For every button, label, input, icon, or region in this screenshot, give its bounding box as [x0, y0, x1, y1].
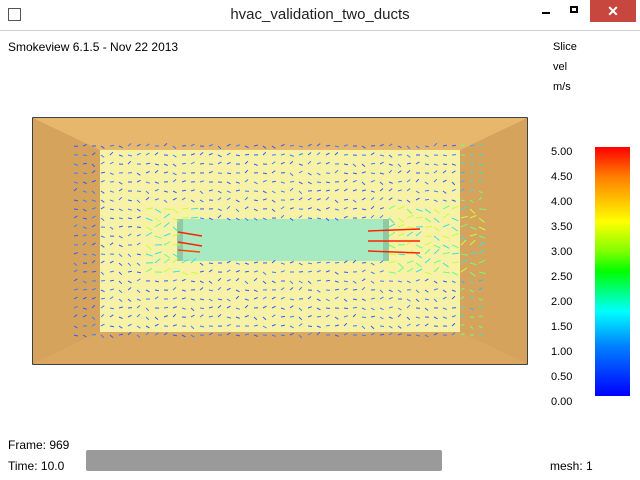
colorbar-tick: 2.50 — [551, 271, 573, 283]
velocity-vector — [361, 316, 366, 319]
scene-view[interactable] — [0, 0, 640, 480]
velocity-vector — [244, 153, 250, 156]
velocity-vector — [316, 315, 322, 318]
duct-end-left — [177, 219, 183, 261]
colorbar-tick: 1.00 — [551, 346, 573, 358]
velocity-vector — [379, 325, 385, 327]
velocity-vector — [163, 306, 169, 309]
velocity-vector — [127, 217, 132, 220]
velocity-vector — [352, 306, 357, 309]
velocity-vector — [154, 289, 159, 292]
velocity-vector — [127, 270, 132, 273]
velocity-vector — [307, 217, 313, 219]
velocity-vector — [127, 226, 133, 228]
velocity-vector — [343, 172, 348, 175]
velocity-vector — [325, 307, 331, 309]
duct-body — [177, 219, 387, 261]
velocity-vector — [316, 279, 321, 282]
velocity-vector — [370, 162, 376, 165]
mesh-label: mesh: 1 — [550, 459, 593, 473]
colorbar-tick: 3.00 — [551, 246, 573, 258]
velocity-vector — [478, 333, 483, 336]
velocity-vector — [343, 271, 349, 273]
velocity-vector — [190, 207, 199, 210]
velocity-vector — [316, 181, 322, 184]
room-wall-bottom — [33, 332, 527, 364]
velocity-vector — [82, 288, 87, 291]
velocity-vector — [424, 198, 430, 201]
velocity-vector — [406, 226, 415, 229]
colorbar-tick: 4.00 — [551, 196, 573, 208]
velocity-vector — [334, 288, 339, 291]
frame-label: Frame: 969 — [8, 438, 70, 452]
velocity-vector — [280, 315, 286, 318]
velocity-vector — [199, 307, 205, 309]
velocity-vector — [370, 297, 375, 300]
velocity-vector — [334, 262, 340, 264]
velocity-vector — [226, 172, 232, 175]
velocity-vector — [370, 172, 376, 175]
velocity-vector — [325, 279, 331, 282]
velocity-vector — [118, 333, 123, 336]
velocity-vector — [343, 280, 348, 283]
colorbar-tick: 0.00 — [551, 396, 573, 408]
colorbar — [595, 147, 630, 396]
velocity-vector — [307, 325, 313, 327]
velocity-vector — [118, 217, 123, 220]
velocity-vector — [379, 333, 385, 336]
velocity-vector — [271, 271, 277, 274]
velocity-vector — [451, 144, 456, 147]
velocity-vector — [136, 190, 142, 192]
colorbar-tick: 0.50 — [551, 371, 573, 383]
velocity-vector — [352, 289, 358, 291]
velocity-vector — [325, 144, 331, 147]
velocity-vector — [244, 289, 250, 292]
time-label: Time: 10.0 — [8, 459, 65, 473]
velocity-vector — [271, 180, 276, 183]
velocity-vector — [181, 162, 186, 165]
velocity-vector — [244, 270, 249, 273]
velocity-vector — [109, 144, 115, 147]
velocity-vector — [136, 226, 142, 228]
velocity-vector — [424, 298, 429, 301]
room-wall-left — [33, 118, 100, 364]
velocity-vector — [289, 181, 295, 183]
velocity-vector — [343, 198, 349, 201]
velocity-vector — [289, 315, 295, 318]
colorbar-tick: 4.50 — [551, 171, 573, 183]
duct-end-right — [383, 219, 389, 261]
velocity-vector — [100, 253, 106, 255]
velocity-vector — [289, 144, 295, 147]
velocity-vector — [82, 172, 87, 175]
velocity-vector — [100, 280, 106, 282]
velocity-vector — [397, 180, 402, 183]
velocity-vector — [100, 297, 105, 300]
velocity-vector — [424, 189, 430, 192]
velocity-vector — [343, 307, 349, 310]
velocity-vector — [442, 163, 448, 165]
time-scrollbar[interactable] — [86, 450, 442, 471]
velocity-vector — [145, 162, 150, 165]
velocity-vector — [91, 270, 96, 273]
colorbar-tick: 1.50 — [551, 321, 573, 333]
colorbar-tick: 2.00 — [551, 296, 573, 308]
velocity-vector — [208, 262, 214, 264]
velocity-vector — [109, 279, 114, 282]
velocity-vector — [181, 217, 190, 219]
velocity-vector — [199, 217, 204, 220]
velocity-vector — [361, 334, 366, 337]
velocity-vector — [181, 189, 186, 192]
velocity-vector — [136, 271, 141, 274]
room-wall-top — [33, 118, 527, 150]
velocity-vector — [478, 208, 487, 210]
colorbar-tick: 3.50 — [551, 221, 573, 233]
colorbar-tick: 5.00 — [551, 146, 573, 158]
velocity-vector — [73, 208, 79, 210]
velocity-vector — [199, 163, 205, 165]
velocity-vector — [73, 234, 78, 237]
velocity-vector — [82, 154, 88, 157]
